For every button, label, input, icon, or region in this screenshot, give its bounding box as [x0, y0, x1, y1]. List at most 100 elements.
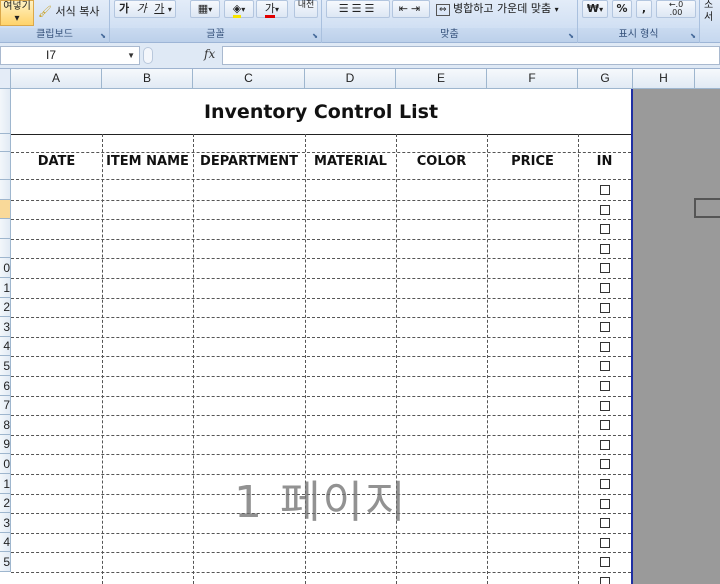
row-header[interactable] — [0, 89, 11, 134]
in-checkbox[interactable] — [600, 322, 610, 332]
column-header-g[interactable]: G — [578, 69, 633, 89]
column-header-c[interactable]: C — [193, 69, 305, 89]
row-header[interactable]: 5 — [0, 356, 11, 376]
row-header[interactable] — [0, 239, 11, 258]
font-color-button[interactable]: 가▾ — [256, 0, 288, 18]
in-checkbox[interactable] — [600, 401, 610, 411]
select-all-corner[interactable] — [0, 69, 11, 89]
column-title[interactable]: ITEM NAME — [102, 152, 193, 172]
row-header[interactable]: 1 — [0, 474, 11, 494]
row-header[interactable]: 4 — [0, 337, 11, 356]
row-header[interactable]: 5 — [0, 552, 11, 572]
column-header-a[interactable]: A — [11, 69, 102, 89]
row-header[interactable]: 7 — [0, 396, 11, 415]
in-checkbox[interactable] — [600, 205, 610, 215]
column-header-b[interactable]: B — [102, 69, 193, 89]
in-checkbox[interactable] — [600, 499, 610, 509]
in-checkbox[interactable] — [600, 263, 610, 273]
name-box[interactable]: I7 ▼ — [0, 46, 140, 65]
insert-function-button[interactable]: fx — [204, 47, 215, 61]
row-header[interactable]: 1 — [0, 278, 11, 298]
row-gridline — [11, 200, 631, 201]
row-header[interactable] — [0, 219, 11, 239]
in-checkbox[interactable] — [600, 185, 610, 195]
in-checkbox[interactable] — [600, 557, 610, 567]
column-header-e[interactable]: E — [396, 69, 487, 89]
column-title[interactable]: MATERIAL — [305, 152, 396, 172]
row-header[interactable] — [0, 134, 11, 152]
row-header[interactable]: 4 — [0, 533, 11, 552]
increase-decimal-icon[interactable]: ←.0.00 — [669, 0, 683, 17]
bold-button[interactable]: 가 — [119, 2, 129, 15]
row-header[interactable] — [0, 180, 11, 200]
number-group-label: 표시 형식 — [578, 28, 699, 42]
dialog-launcher-icon[interactable]: ⬊ — [568, 32, 574, 40]
sheet-title[interactable]: Inventory Control List — [11, 90, 631, 134]
in-checkbox[interactable] — [600, 283, 610, 293]
borders-icon: ▦ — [197, 2, 209, 15]
chevron-down-icon[interactable]: ▾ — [168, 5, 172, 14]
increase-indent-icon[interactable]: ⇥ — [411, 2, 423, 15]
dialog-launcher-icon[interactable]: ⬊ — [690, 32, 696, 40]
in-checkbox[interactable] — [600, 538, 610, 548]
in-checkbox[interactable] — [600, 224, 610, 234]
column-title[interactable]: DEPARTMENT — [193, 152, 305, 172]
comma-button[interactable]: , — [636, 0, 652, 18]
in-checkbox[interactable] — [600, 303, 610, 313]
merge-center-button[interactable]: ⇔ 병합하고 가운데 맞춤 ▾ — [436, 0, 559, 18]
formula-bar-resize-handle[interactable] — [143, 47, 153, 64]
align-center-icon[interactable]: ☰ — [352, 2, 365, 15]
row-header[interactable]: 9 — [0, 435, 11, 454]
align-left-icon[interactable]: ☰ — [339, 2, 352, 15]
in-checkbox[interactable] — [600, 342, 610, 352]
column-title[interactable]: DATE — [11, 152, 102, 172]
chevron-down-icon[interactable]: ▼ — [127, 47, 135, 64]
underline-button[interactable]: 가 — [154, 2, 164, 15]
paste-button[interactable]: 여넣기 ▾ — [0, 0, 34, 26]
merge-cells-icon: ⇔ — [436, 4, 450, 16]
dialog-launcher-icon[interactable]: ⬊ — [100, 32, 106, 40]
in-checkbox[interactable] — [600, 459, 610, 469]
in-checkbox[interactable] — [600, 244, 610, 254]
conditional-format-button[interactable]: 소서 — [704, 0, 718, 23]
column-title[interactable]: PRICE — [487, 152, 578, 172]
column-header-i[interactable] — [695, 69, 720, 89]
row-header[interactable]: 2 — [0, 298, 11, 317]
row-header[interactable]: 6 — [0, 376, 11, 396]
in-checkbox[interactable] — [600, 479, 610, 489]
column-title[interactable]: IN — [578, 152, 631, 172]
column-header-h[interactable]: H — [633, 69, 695, 89]
row-gridline — [11, 572, 631, 573]
in-checkbox[interactable] — [600, 420, 610, 430]
column-header-f[interactable]: F — [487, 69, 578, 89]
row-header[interactable]: 0 — [0, 454, 11, 474]
row-gridline — [11, 134, 631, 135]
row-header[interactable]: 0 — [0, 258, 11, 278]
currency-button[interactable]: ₩▾ — [582, 0, 608, 18]
align-right-icon[interactable]: ☰ — [364, 2, 377, 15]
in-checkbox[interactable] — [600, 440, 610, 450]
decrease-indent-icon[interactable]: ⇤ — [399, 2, 411, 15]
in-checkbox[interactable] — [600, 381, 610, 391]
dialog-launcher-icon[interactable]: ⬊ — [312, 32, 318, 40]
in-checkbox[interactable] — [600, 518, 610, 528]
row-gridline — [11, 337, 631, 338]
row-header[interactable]: 3 — [0, 317, 11, 337]
row-gridline — [11, 258, 631, 259]
in-checkbox[interactable] — [600, 577, 610, 584]
column-title[interactable]: COLOR — [396, 152, 487, 172]
percent-button[interactable]: % — [612, 0, 632, 18]
fill-color-button[interactable]: ◈▾ — [224, 0, 254, 18]
italic-button[interactable]: 가 — [137, 2, 147, 15]
row-header[interactable] — [0, 200, 11, 219]
column-header-d[interactable]: D — [305, 69, 396, 89]
in-checkbox[interactable] — [600, 361, 610, 371]
row-header[interactable]: 8 — [0, 415, 11, 435]
format-painter-button[interactable]: 🖌 서식 복사 — [38, 3, 99, 21]
row-header[interactable] — [0, 152, 11, 180]
phonetic-guide-button[interactable]: 내천 — [294, 0, 318, 18]
row-header[interactable]: 3 — [0, 513, 11, 533]
row-header[interactable]: 2 — [0, 494, 11, 513]
formula-input[interactable] — [222, 46, 720, 65]
borders-button[interactable]: ▦▾ — [190, 0, 220, 18]
